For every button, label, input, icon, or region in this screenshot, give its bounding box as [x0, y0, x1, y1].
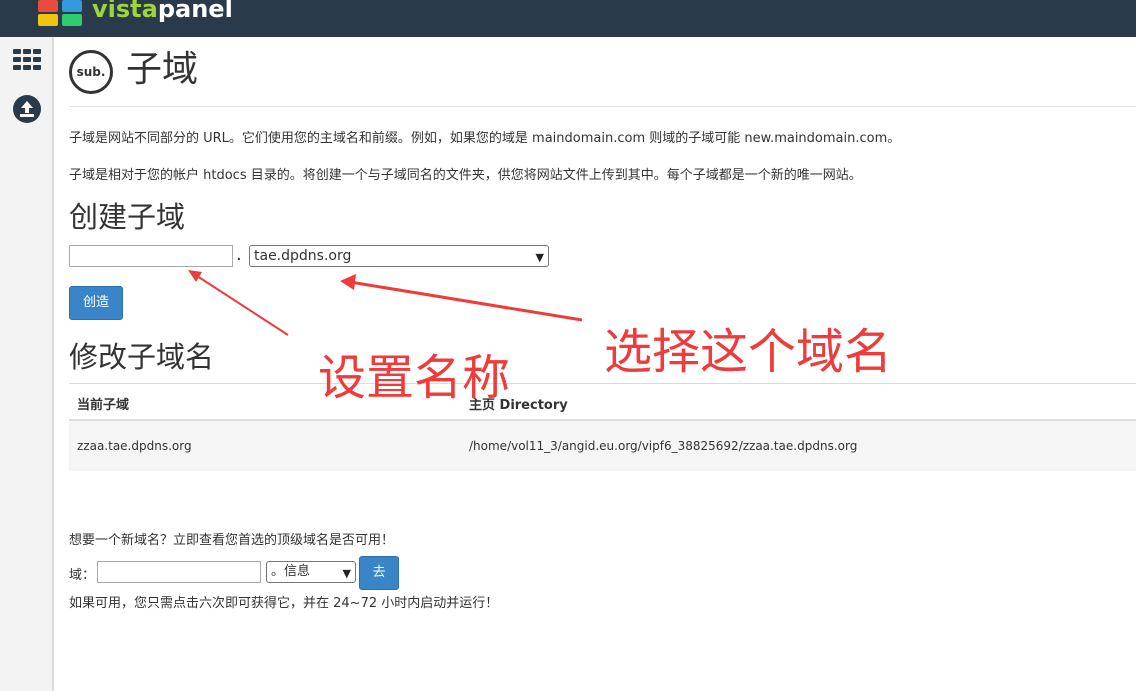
- annotation-arrows: [188, 270, 583, 336]
- arrow-head-right: [340, 274, 356, 290]
- arrow-head-left: [188, 270, 202, 282]
- arrow-line-right: [349, 280, 583, 322]
- arrow-line-left: [193, 273, 289, 336]
- annotation-set-name: 设置名称: [318, 350, 511, 406]
- annotation-choose-domain: 选择这个域名: [604, 324, 893, 380]
